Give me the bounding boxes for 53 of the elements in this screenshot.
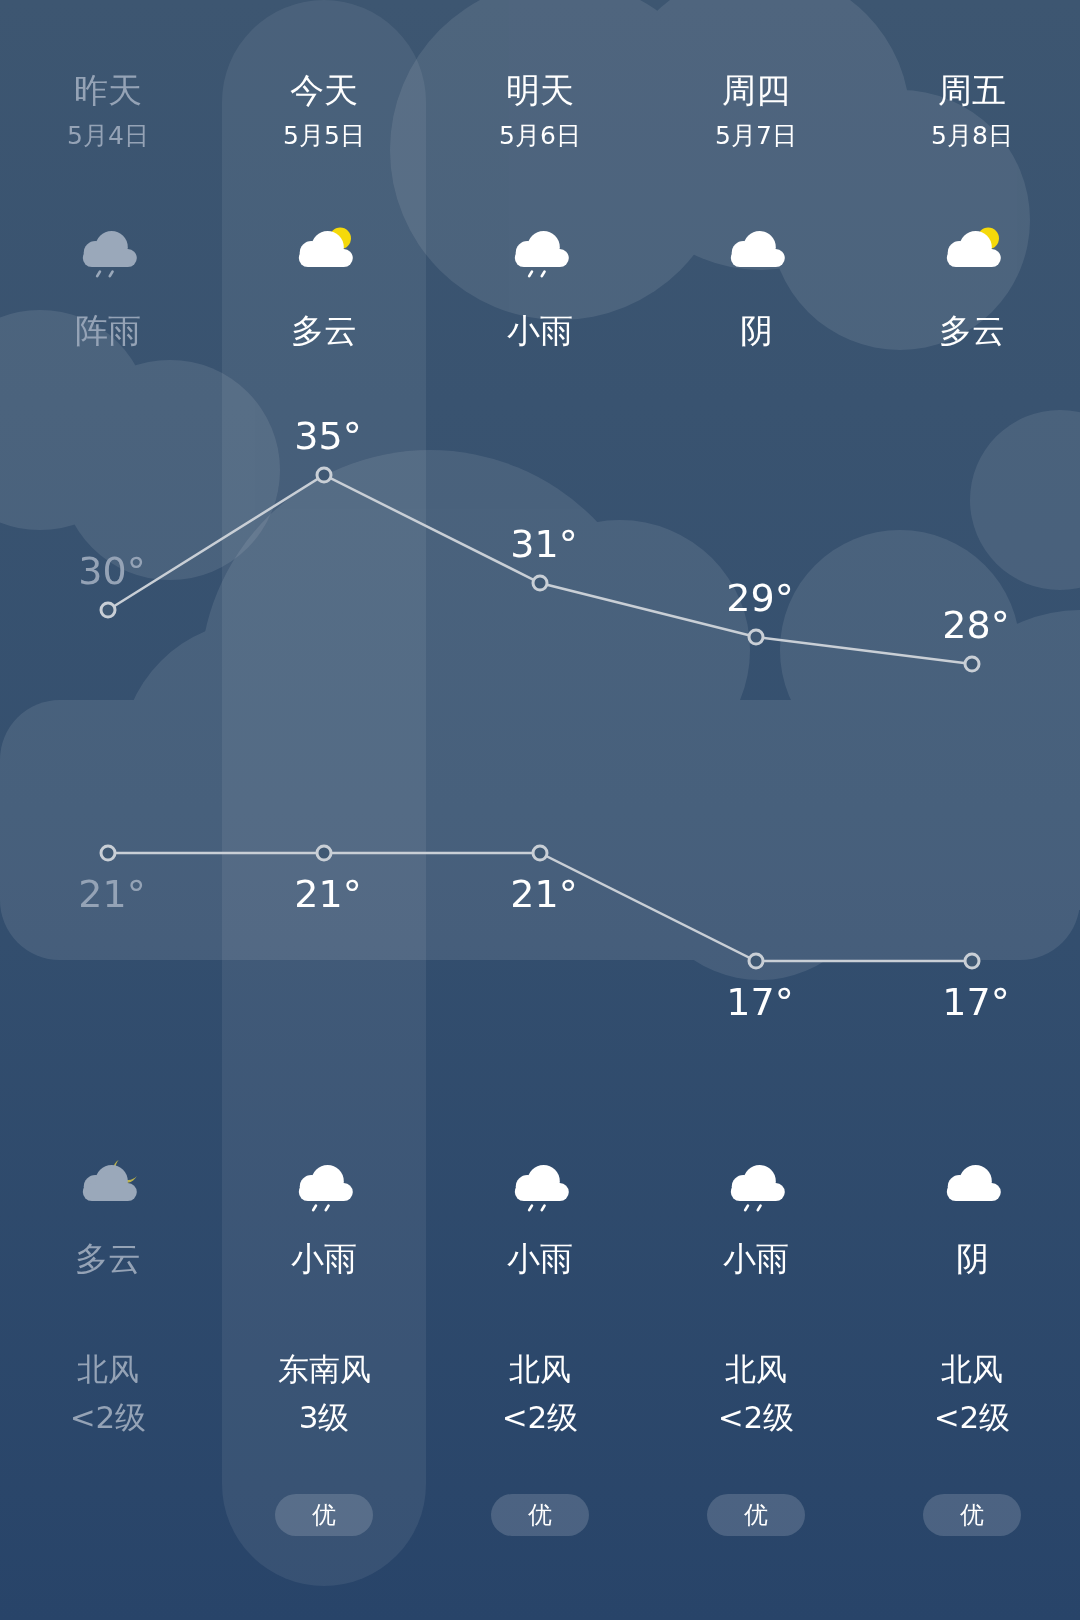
temperature-point — [315, 844, 333, 862]
air-quality-badge: 优 — [275, 1494, 373, 1536]
day-name[interactable]: 明天 — [506, 68, 574, 112]
day-name[interactable]: 周四 — [722, 68, 790, 112]
weather-condition: 小雨 — [291, 1238, 357, 1280]
weather-condition: 阴 — [739, 310, 773, 352]
temperature-point — [963, 952, 981, 970]
air-quality-badge: 优 — [491, 1494, 589, 1536]
date: 5月5日 — [283, 120, 365, 152]
weather-condition: 小雨 — [723, 1238, 789, 1280]
temperature-label: 31° — [510, 522, 578, 566]
temperature-point — [747, 628, 765, 646]
temperature-label: 21° — [510, 872, 578, 916]
temperature-label: 17° — [942, 980, 1010, 1020]
temperature-point — [99, 844, 117, 862]
temperature-point — [315, 466, 333, 484]
date: 5月7日 — [715, 120, 797, 152]
wind-direction: 北风 — [725, 1350, 787, 1389]
temperature-point — [963, 655, 981, 673]
weather-condition: 多云 — [75, 1238, 141, 1280]
wind-level: <2级 — [69, 1398, 147, 1437]
temperature-label: 30° — [78, 549, 146, 593]
wind-direction: 北风 — [77, 1350, 139, 1389]
day-name[interactable]: 今天 — [290, 68, 358, 112]
wind-direction: 北风 — [509, 1350, 571, 1389]
temperature-label: 17° — [726, 980, 794, 1020]
wind-direction: 北风 — [941, 1350, 1003, 1389]
temperature-label: 21° — [78, 872, 146, 916]
air-quality-badge: 优 — [923, 1494, 1021, 1536]
date: 5月4日 — [67, 120, 149, 152]
date: 5月8日 — [931, 120, 1013, 152]
wind-level: 3级 — [298, 1398, 350, 1437]
temperature-label: 28° — [942, 603, 1010, 647]
temperature-point — [747, 952, 765, 970]
temperature-point — [531, 844, 549, 862]
day-name[interactable]: 周五 — [938, 68, 1006, 112]
weather-condition: 小雨 — [507, 310, 573, 352]
temperature-label: 29° — [726, 576, 794, 620]
weather-condition: 多云 — [939, 310, 1005, 352]
weather-condition: 多云 — [291, 310, 357, 352]
temperature-label: 21° — [294, 872, 362, 916]
wind-level: <2级 — [933, 1398, 1011, 1437]
temperature-point — [531, 574, 549, 592]
temperature-label: 35° — [294, 414, 362, 458]
wind-level: <2级 — [717, 1398, 795, 1437]
weather-condition: 阵雨 — [75, 310, 141, 352]
air-quality-badge: 优 — [707, 1494, 805, 1536]
weather-condition: 阴 — [955, 1238, 989, 1280]
temperature-point — [99, 601, 117, 619]
wind-direction: 东南风 — [277, 1350, 371, 1389]
date: 5月6日 — [499, 120, 581, 152]
weather-condition: 小雨 — [507, 1238, 573, 1280]
wind-level: <2级 — [501, 1398, 579, 1437]
